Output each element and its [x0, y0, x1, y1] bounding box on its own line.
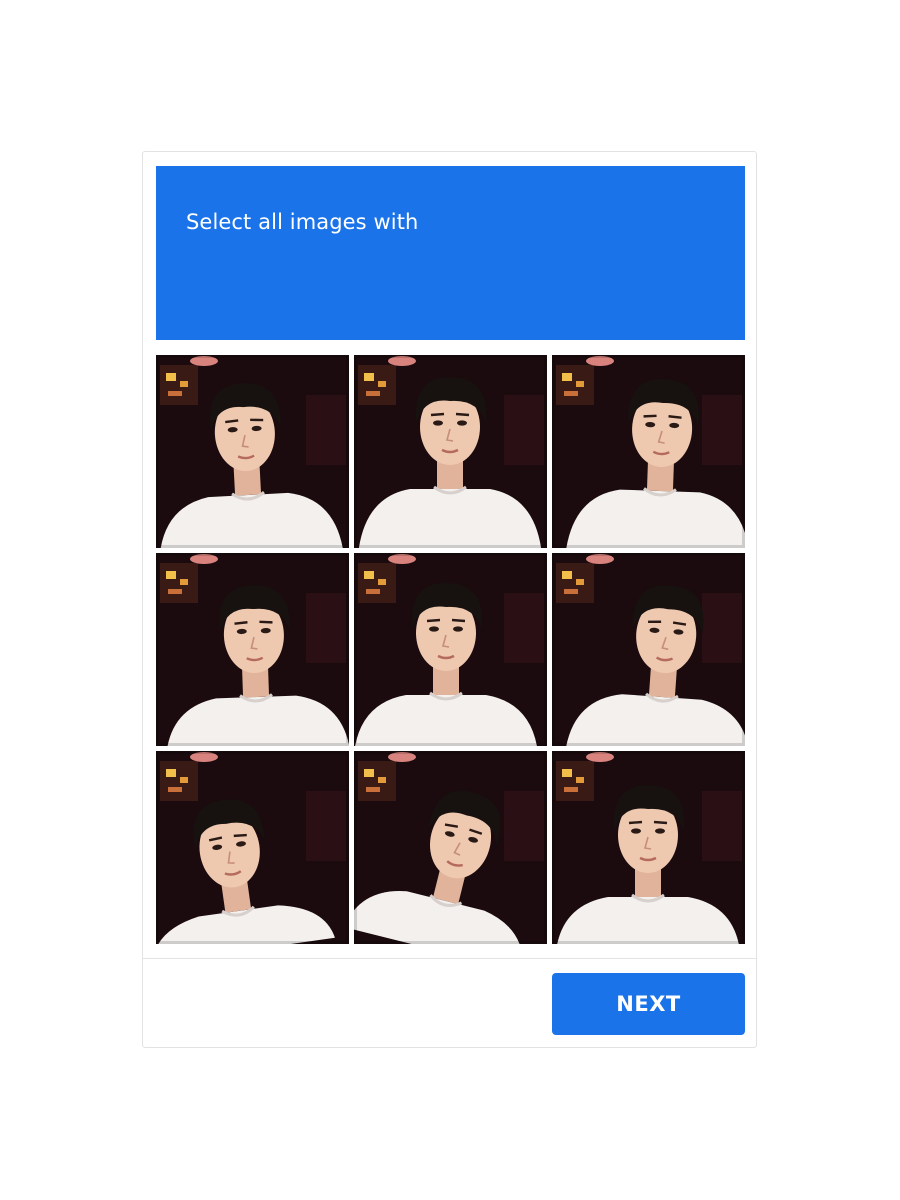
image-tile-8[interactable] — [354, 751, 547, 944]
selfie-photo — [156, 751, 349, 944]
footer-divider — [143, 958, 756, 959]
challenge-header: Select all images with — [156, 166, 745, 340]
image-tile-2[interactable] — [354, 355, 547, 548]
selfie-photo — [354, 355, 547, 548]
image-grid — [156, 355, 745, 944]
challenge-prompt: Select all images with — [186, 210, 419, 234]
image-tile-1[interactable] — [156, 355, 349, 548]
selfie-photo — [552, 751, 745, 944]
image-tile-6[interactable] — [552, 553, 745, 746]
selfie-photo — [354, 553, 547, 746]
selfie-photo — [156, 355, 349, 548]
selfie-photo — [354, 751, 547, 944]
image-tile-4[interactable] — [156, 553, 349, 746]
selfie-photo — [552, 355, 745, 548]
selfie-photo — [552, 553, 745, 746]
image-tile-9[interactable] — [552, 751, 745, 944]
captcha-challenge: Select all images with NEXT — [142, 151, 757, 1048]
image-tile-3[interactable] — [552, 355, 745, 548]
image-tile-5[interactable] — [354, 553, 547, 746]
image-tile-7[interactable] — [156, 751, 349, 944]
selfie-photo — [156, 553, 349, 746]
next-button[interactable]: NEXT — [552, 973, 745, 1035]
